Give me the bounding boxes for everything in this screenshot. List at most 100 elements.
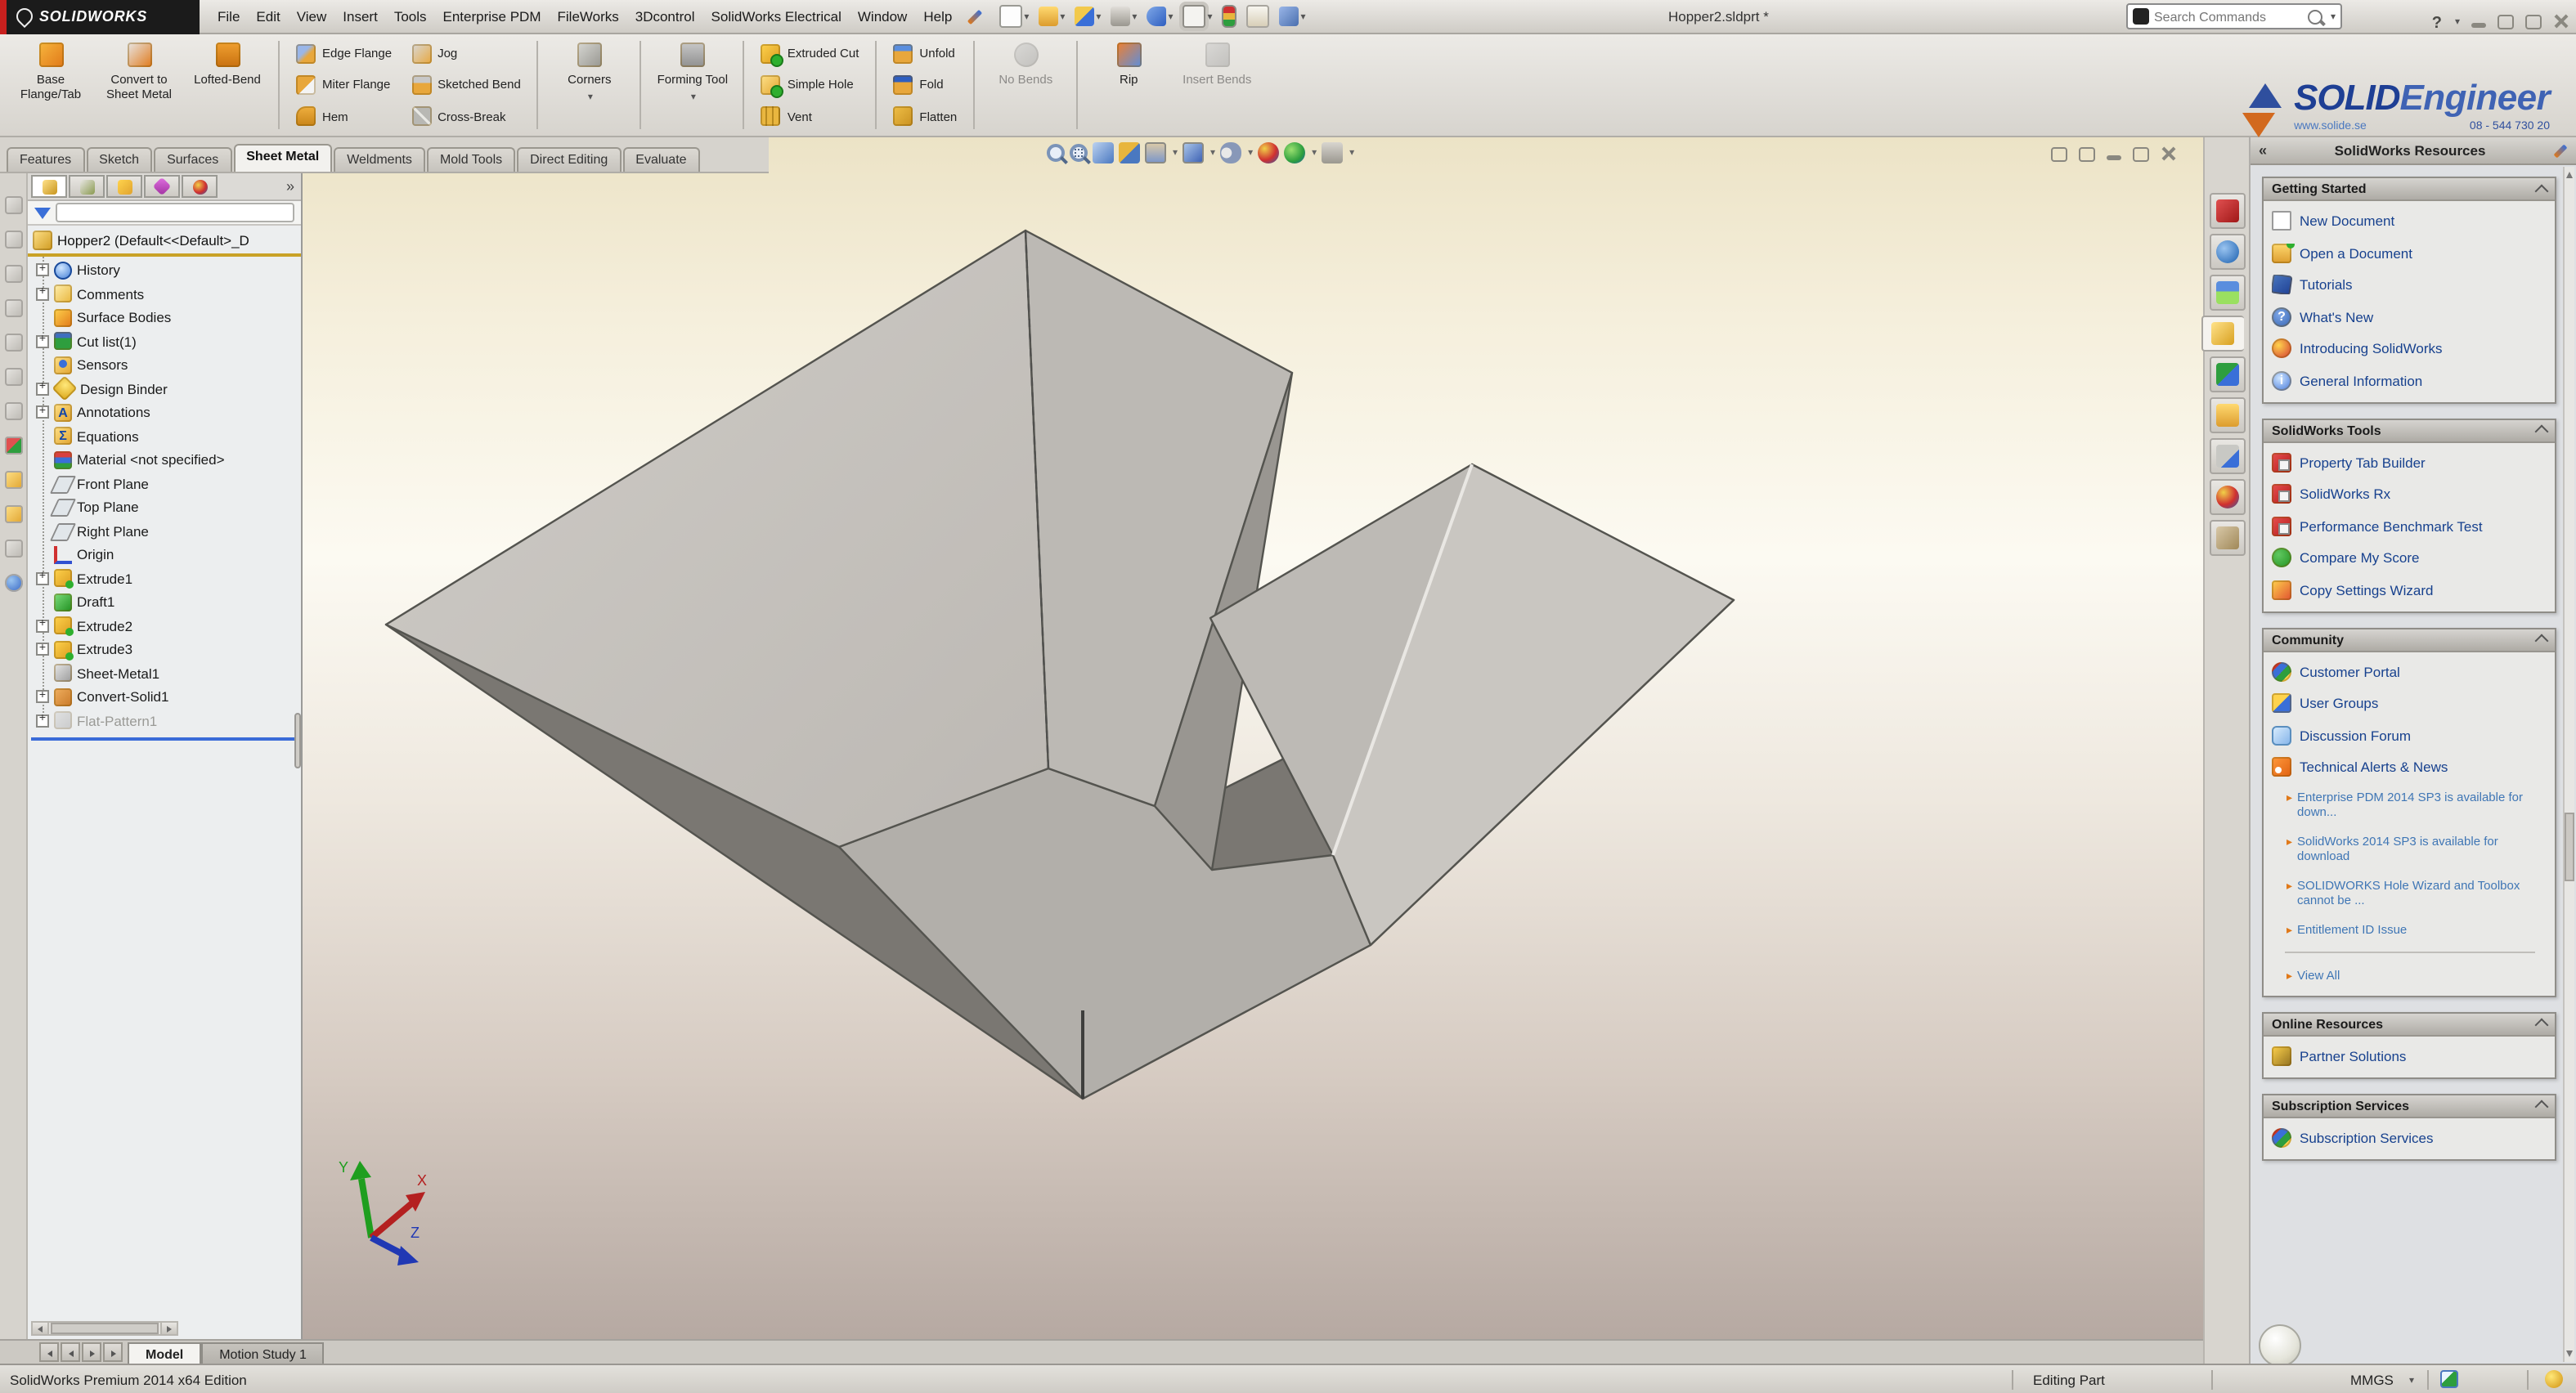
dock-tool-icon[interactable] xyxy=(4,334,22,352)
link-what-s-new[interactable]: What's New xyxy=(2272,307,2548,326)
ribbon-jog[interactable]: Jog xyxy=(405,42,527,65)
tree-item-front-plane[interactable]: Front Plane xyxy=(28,472,301,495)
scroll-thumb[interactable] xyxy=(2565,812,2574,880)
tree-item-sheet-metal1[interactable]: Sheet-Metal1 xyxy=(28,661,301,685)
expand-icon[interactable] xyxy=(36,406,49,419)
tree-item-history[interactable]: History xyxy=(28,258,301,282)
pen-icon[interactable] xyxy=(967,9,982,24)
qat-file-properties[interactable] xyxy=(1244,3,1273,29)
tab-model[interactable]: Model xyxy=(128,1342,201,1364)
doc-minimize-icon[interactable] xyxy=(2107,155,2121,159)
ribbon-extruded-cut[interactable]: Extruded Cut xyxy=(755,42,866,65)
graphics-area[interactable]: ▾▾▾▾▾ Y X Z xyxy=(303,137,2203,1339)
maximize-icon[interactable] xyxy=(2525,14,2542,29)
tree-item-flat-pattern1[interactable]: Flat-Pattern1 xyxy=(28,709,301,732)
link-general-information[interactable]: General Information xyxy=(2272,370,2548,390)
group-header-getting-started[interactable]: Getting Started xyxy=(2264,178,2555,201)
last-tab-icon[interactable] xyxy=(103,1342,123,1362)
ribbon-vent[interactable]: Vent xyxy=(755,105,866,128)
dock-tool-icon[interactable] xyxy=(4,299,22,317)
display-style-icon[interactable] xyxy=(1183,142,1204,163)
tree-item-origin[interactable]: Origin xyxy=(28,543,301,567)
taskpane-tab-custom-properties[interactable] xyxy=(2209,438,2245,474)
taskpane-tab-pdm-vault[interactable] xyxy=(2209,193,2245,229)
dock-tool-icon[interactable] xyxy=(4,574,22,592)
menu-help[interactable]: Help xyxy=(915,3,960,29)
ribbon-simple-hole[interactable]: Simple Hole xyxy=(755,74,866,96)
news-item[interactable]: ▸SolidWorks 2014 SP3 is available for do… xyxy=(2272,833,2548,865)
menu-file[interactable]: File xyxy=(209,3,248,29)
pin-icon[interactable] xyxy=(2554,144,2568,158)
tree-item-convert-solid1[interactable]: Convert-Solid1 xyxy=(28,685,301,709)
dock-tool-icon[interactable] xyxy=(4,437,22,455)
dock-tool-icon[interactable] xyxy=(4,231,22,249)
first-tab-icon[interactable] xyxy=(39,1342,59,1362)
link-open-a-document[interactable]: Open a Document xyxy=(2272,243,2548,262)
ribbon-cross-break[interactable]: Cross-Break xyxy=(405,105,527,128)
qat-open-document[interactable]: ▾ xyxy=(1035,5,1068,28)
ribbon-lofted-bend[interactable]: Lofted-Bend xyxy=(183,34,272,136)
tab-features[interactable]: Features xyxy=(7,147,84,172)
taskpane-tab-design-library[interactable] xyxy=(2209,234,2245,270)
link-subscription-services[interactable]: Subscription Services xyxy=(2272,1127,2548,1147)
tree-item-extrude2[interactable]: Extrude2 xyxy=(28,614,301,638)
hide-show-items-icon[interactable] xyxy=(1220,142,1241,163)
group-header-subscription-services[interactable]: Subscription Services xyxy=(2264,1095,2555,1118)
link-discussion-forum[interactable]: Discussion Forum xyxy=(2272,725,2548,745)
tab-mold-tools[interactable]: Mold Tools xyxy=(427,147,515,172)
ribbon-corners[interactable]: Corners▾ xyxy=(545,34,634,136)
expand-icon[interactable] xyxy=(36,288,49,301)
tab-weldments[interactable]: Weldments xyxy=(334,147,425,172)
ribbon-forming-tool[interactable]: Forming Tool▾ xyxy=(648,34,737,136)
taskpane-tab-appearances-scenes[interactable] xyxy=(2209,479,2245,515)
taskpane-tab-decals[interactable] xyxy=(2209,520,2245,556)
qat-save[interactable]: ▾ xyxy=(1071,5,1104,28)
tab-sketch[interactable]: Sketch xyxy=(86,147,152,172)
tags-icon[interactable] xyxy=(2440,1370,2458,1388)
qat-select[interactable]: ▾ xyxy=(1179,3,1215,29)
doc-window-icon[interactable] xyxy=(2079,146,2095,161)
ribbon-base-flange-tab[interactable]: Base Flange/Tab xyxy=(7,34,95,136)
doc-close-icon[interactable] xyxy=(2161,146,2177,162)
taskpane-tab-solidworks-resources[interactable] xyxy=(2201,316,2243,352)
expand-icon[interactable] xyxy=(36,383,49,396)
minimize-icon[interactable] xyxy=(2471,22,2486,27)
search-dropdown-icon[interactable]: ▾ xyxy=(2331,11,2336,22)
scroll-left-icon[interactable] xyxy=(33,1323,49,1334)
propertymanager-tab[interactable] xyxy=(69,175,105,198)
help-icon[interactable] xyxy=(2432,7,2442,36)
tree-item-equations[interactable]: Equations xyxy=(28,424,301,448)
filter-input[interactable] xyxy=(56,203,294,222)
expand-icon[interactable] xyxy=(36,620,49,633)
ribbon-convert-to-sheet-metal[interactable]: Convert to Sheet Metal xyxy=(95,34,183,136)
dock-tool-icon[interactable] xyxy=(4,368,22,386)
link-performance-benchmark-test[interactable]: Performance Benchmark Test xyxy=(2272,516,2548,535)
qat-rebuild[interactable] xyxy=(1219,3,1241,29)
expand-icon[interactable] xyxy=(36,691,49,704)
close-icon[interactable] xyxy=(2553,13,2569,29)
next-tab-icon[interactable] xyxy=(82,1342,101,1362)
tree-root-part[interactable]: Hopper2 (Default<<Default>_D xyxy=(28,226,301,257)
tree-item-comments[interactable]: Comments xyxy=(28,282,301,306)
tab-direct-editing[interactable]: Direct Editing xyxy=(517,147,621,172)
restore-icon[interactable] xyxy=(2497,14,2514,29)
qat-print[interactable]: ▾ xyxy=(1107,5,1140,28)
dock-tool-icon[interactable] xyxy=(4,265,22,283)
expand-icon[interactable] xyxy=(36,264,49,277)
link-solidworks-rx[interactable]: SolidWorks Rx xyxy=(2272,484,2548,504)
ribbon-insert-bends[interactable]: Insert Bends xyxy=(1173,34,1261,136)
doc-restore-icon[interactable] xyxy=(2133,146,2149,161)
qat-options[interactable]: ▾ xyxy=(1277,5,1309,28)
link-tutorials[interactable]: Tutorials xyxy=(2272,275,2548,294)
menu-tools[interactable]: Tools xyxy=(386,3,435,29)
ribbon-hem[interactable]: Hem xyxy=(289,105,398,128)
ribbon-flatten[interactable]: Flatten xyxy=(886,105,963,128)
collapse-pane-icon[interactable] xyxy=(2259,142,2267,159)
tree-item-material-not-specified[interactable]: Material <not specified> xyxy=(28,448,301,472)
link-partner-solutions[interactable]: Partner Solutions xyxy=(2272,1046,2548,1065)
qat-new-document[interactable]: ▾ xyxy=(996,3,1032,29)
panel-splitter[interactable] xyxy=(294,713,301,768)
units-dropdown-icon[interactable]: ▾ xyxy=(2409,1375,2414,1386)
tree-item-design-binder[interactable]: Design Binder xyxy=(28,377,301,401)
link-new-document[interactable]: New Document xyxy=(2272,211,2548,231)
